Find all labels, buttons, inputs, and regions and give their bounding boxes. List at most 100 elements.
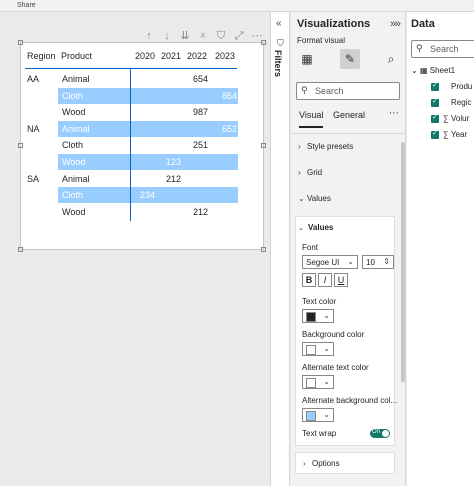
resize-handle[interactable] xyxy=(261,247,266,252)
table-row[interactable]: Cloth 251 xyxy=(21,137,265,154)
underline-button[interactable]: U xyxy=(334,273,348,287)
product-cell: Wood xyxy=(62,206,86,217)
table-row[interactable]: Wood 123 xyxy=(21,154,265,171)
table-row[interactable]: Cloth 234 xyxy=(21,187,265,204)
table-name: Sheet1 xyxy=(429,66,456,75)
alternate-text-color-picker[interactable]: ⌄ xyxy=(302,375,334,389)
report-canvas: ↑ ↓ ⇊ ⩡ ⛉ ⤢ ⋯ Region Product 2020 2021 2… xyxy=(0,12,266,486)
checkbox-checked-icon[interactable] xyxy=(431,113,439,123)
color-swatch xyxy=(306,411,316,421)
pane-title: Data xyxy=(411,18,435,30)
font-size-stepper[interactable]: 10 ⇕ xyxy=(362,255,394,269)
text-format-group: B I U xyxy=(302,273,362,287)
table-icon: ▦ xyxy=(419,66,428,75)
chevron-down-icon: ⌄ xyxy=(347,257,354,266)
column-header-region[interactable]: Region xyxy=(27,51,56,61)
drill-up-icon[interactable]: ↑ xyxy=(140,29,158,43)
analytics-icon[interactable]: ⌕ xyxy=(381,49,401,69)
chevron-down-icon: ⌄ xyxy=(323,410,330,419)
checkbox-checked-icon[interactable] xyxy=(431,129,439,139)
section-grid[interactable]: › Grid xyxy=(291,162,399,184)
value-cell: 212 xyxy=(165,173,181,184)
pane-scrollbar[interactable] xyxy=(401,142,405,382)
color-swatch xyxy=(306,312,316,322)
section-options[interactable]: › Options xyxy=(295,452,395,474)
region-cell: AA xyxy=(27,74,40,84)
data-search-input[interactable]: ⚲ Search xyxy=(411,40,474,58)
more-options-icon[interactable]: ⋯ xyxy=(389,108,399,119)
collapse-icon[interactable]: « xyxy=(276,18,282,29)
text-wrap-toggle[interactable]: On xyxy=(370,429,390,438)
expand-next-level-icon[interactable]: ⇊ xyxy=(176,29,194,43)
share-tab[interactable]: Share xyxy=(17,2,36,9)
search-input[interactable]: ⚲ Search xyxy=(296,82,400,100)
section-label: Options xyxy=(312,459,340,468)
section-label: Style presets xyxy=(307,142,354,151)
column-header-2022[interactable]: 2022 xyxy=(187,51,207,61)
filter-icon[interactable]: ⛉ xyxy=(212,29,230,43)
background-color-picker[interactable]: ⌄ xyxy=(302,342,334,356)
resize-handle[interactable] xyxy=(18,40,23,45)
table-row[interactable]: Wood 212 xyxy=(21,204,265,221)
bold-button[interactable]: B xyxy=(302,273,316,287)
product-cell: Wood xyxy=(62,107,86,118)
build-visual-icon[interactable]: ▦ xyxy=(297,49,317,69)
value-cell: 652 xyxy=(221,123,237,134)
expand-hierarchy-icon[interactable]: ⩡ xyxy=(194,29,212,43)
color-swatch xyxy=(306,345,316,355)
text-color-picker[interactable]: ⌄ xyxy=(302,309,334,323)
matrix-visual[interactable]: Region Product 2020 2021 2022 2023 AA Ani… xyxy=(18,40,266,252)
table-row[interactable]: AA Animal 654 xyxy=(21,71,265,88)
product-cell: Animal xyxy=(62,74,90,84)
font-family-value: Segoe UI xyxy=(306,258,340,267)
filters-label[interactable]: Filters xyxy=(273,50,283,77)
stepper-arrows-icon: ⇕ xyxy=(383,257,390,266)
value-cell: 234 xyxy=(139,190,155,201)
section-label: Values xyxy=(307,194,331,203)
alternate-background-color-picker[interactable]: ⌄ xyxy=(302,408,334,422)
column-header-2021[interactable]: 2021 xyxy=(161,51,181,61)
sigma-icon: ∑ xyxy=(443,114,449,123)
chevron-down-icon: ⌄ xyxy=(411,66,418,75)
tab-general[interactable]: General xyxy=(333,110,365,120)
divider xyxy=(291,133,406,134)
pane-title: Visualizations xyxy=(297,18,371,30)
table-row[interactable]: NA Animal 652 xyxy=(21,120,265,138)
column-header-product[interactable]: Product xyxy=(61,51,92,61)
collapse-icon[interactable]: » xyxy=(390,18,396,30)
chevron-down-icon: ⌄ xyxy=(323,377,330,386)
search-placeholder: Search xyxy=(430,44,459,54)
resize-handle[interactable] xyxy=(261,40,266,45)
font-family-dropdown[interactable]: Segoe UI ⌄ xyxy=(302,255,358,269)
drill-down-icon[interactable]: ↓ xyxy=(158,29,176,43)
checkbox-checked-icon[interactable] xyxy=(431,97,439,107)
section-style-presets[interactable]: › Style presets xyxy=(291,136,399,158)
search-placeholder: Search xyxy=(315,86,344,96)
data-pane: Data ⚲ Search ⌄ ▦ Sheet1 ProduRegic∑Volu… xyxy=(407,12,474,486)
visual-header-toolbar: ↑ ↓ ⇊ ⩡ ⛉ ⤢ ⋯ xyxy=(140,29,266,43)
focus-mode-icon[interactable]: ⤢ xyxy=(230,29,248,43)
toggle-knob xyxy=(382,430,389,437)
table-row[interactable]: Wood 987 xyxy=(21,104,265,121)
top-bar: Share xyxy=(0,0,474,12)
table-row[interactable]: Cloth 854 xyxy=(21,87,265,105)
tab-visual[interactable]: Visual xyxy=(299,110,323,120)
table-row[interactable]: SA Animal 212 xyxy=(21,171,265,188)
background-color-label: Background color xyxy=(302,330,365,339)
tree-table-node[interactable]: ⌄ ▦ Sheet1 xyxy=(411,66,455,75)
italic-button[interactable]: I xyxy=(318,273,332,287)
format-visual-icon[interactable]: ✎ xyxy=(340,49,360,69)
section-values[interactable]: ⌄ Values xyxy=(291,188,399,210)
resize-handle[interactable] xyxy=(18,247,23,252)
product-cell: Cloth xyxy=(62,190,84,201)
column-header-2023[interactable]: 2023 xyxy=(215,51,235,61)
column-header-2020[interactable]: 2020 xyxy=(135,51,155,61)
filters-pane[interactable]: « ⛉ Filters xyxy=(270,12,290,486)
checkbox-checked-icon[interactable] xyxy=(431,81,439,91)
product-cell: Wood xyxy=(62,157,86,167)
chevron-down-icon[interactable]: ⌄ xyxy=(298,224,304,232)
value-cell: 987 xyxy=(192,107,208,118)
row-highlight xyxy=(58,87,238,104)
alternate-background-color-label: Alternate background col... xyxy=(302,396,398,405)
chevron-right-icon: › xyxy=(298,168,301,177)
